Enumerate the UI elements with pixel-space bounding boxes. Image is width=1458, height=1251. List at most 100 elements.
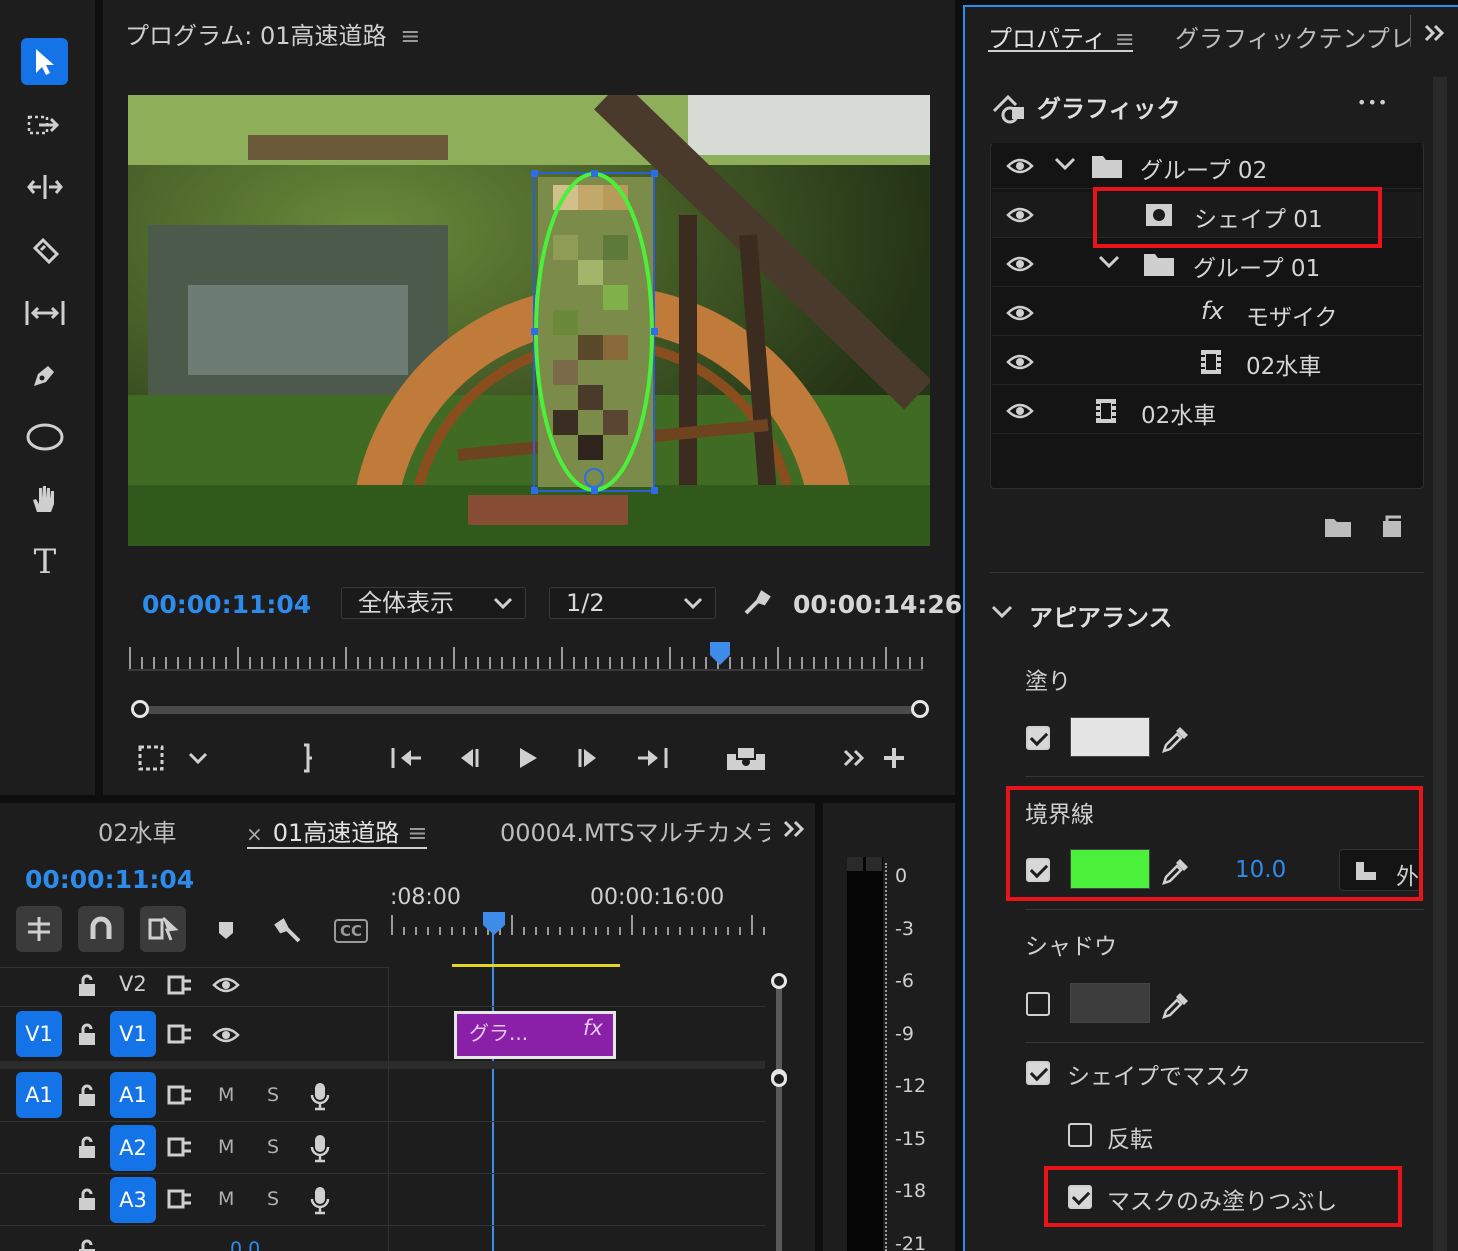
eye-icon[interactable] <box>212 976 240 994</box>
tab-multicam[interactable]: 00004.MTSマルチカメラ <box>500 813 770 848</box>
lock-icon[interactable] <box>76 1187 98 1211</box>
layer-clip-02-water-wheel[interactable]: 02水車 <box>992 388 1422 434</box>
track-v2-label[interactable]: V2 <box>119 972 147 996</box>
sync-lock-icon[interactable] <box>167 1024 193 1044</box>
microphone-icon[interactable] <box>310 1133 330 1163</box>
eye-icon[interactable] <box>1006 304 1034 322</box>
more-tabs-icon[interactable] <box>1423 23 1445 43</box>
add-button-icon[interactable] <box>877 740 911 776</box>
magnet-snap-icon[interactable] <box>78 906 124 952</box>
eye-icon[interactable] <box>1006 255 1034 273</box>
step-forward-icon[interactable] <box>572 740 608 776</box>
fill-color-swatch[interactable] <box>1070 717 1150 757</box>
mute-button[interactable]: M <box>218 1188 234 1210</box>
shadow-color-swatch[interactable] <box>1070 983 1150 1023</box>
lock-icon[interactable] <box>76 973 98 997</box>
eye-icon[interactable] <box>1006 353 1034 371</box>
mute-button[interactable]: M <box>218 1136 234 1158</box>
work-area-bar[interactable] <box>452 964 620 967</box>
solo-button[interactable]: S <box>267 1084 279 1106</box>
track-a3-badge[interactable]: A3 <box>110 1177 156 1223</box>
program-current-timecode[interactable]: 00:00:11:04 <box>142 590 311 619</box>
eyedropper-icon[interactable] <box>1160 991 1190 1021</box>
track-a2-badge[interactable]: A2 <box>110 1125 156 1171</box>
program-time-ruler[interactable] <box>128 645 928 673</box>
chevron-down-icon[interactable] <box>1098 255 1120 269</box>
hand-icon[interactable] <box>20 475 70 525</box>
microphone-icon[interactable] <box>310 1185 330 1215</box>
panel-menu-icon[interactable]: ≡ <box>400 22 420 50</box>
track-select-forward-icon[interactable] <box>20 100 70 150</box>
layer-group-02[interactable]: グループ 02 <box>992 143 1422 189</box>
fill-checkbox[interactable] <box>1026 726 1050 750</box>
scroll-handle-right[interactable] <box>911 700 929 718</box>
lock-icon[interactable] <box>76 1135 98 1159</box>
source-v1-badge[interactable]: V1 <box>16 1011 62 1057</box>
step-back-icon[interactable] <box>449 740 485 776</box>
new-group-icon[interactable] <box>1323 515 1353 539</box>
appearance-section-title[interactable]: アピアランス <box>1029 598 1173 633</box>
chevron-down-icon[interactable] <box>991 605 1013 619</box>
eye-icon[interactable] <box>1006 402 1034 420</box>
resolution-dropdown[interactable]: 1/2 <box>549 587 716 619</box>
ripple-edit-icon[interactable] <box>20 162 70 212</box>
zoom-dropdown[interactable]: 全体表示 <box>341 587 526 619</box>
mute-button[interactable]: M <box>218 1084 234 1106</box>
type-icon[interactable]: T <box>20 537 70 587</box>
eye-icon[interactable] <box>1006 157 1034 175</box>
properties-scrollbar[interactable] <box>1433 77 1447 1251</box>
ellipse-icon[interactable] <box>20 412 70 462</box>
solo-button[interactable]: S <box>267 1136 279 1158</box>
wrench-icon[interactable] <box>736 585 776 621</box>
microphone-icon[interactable] <box>310 1081 330 1111</box>
eyedropper-icon[interactable] <box>1160 725 1190 755</box>
safe-margins-icon[interactable] <box>133 740 169 776</box>
chevron-down-icon[interactable] <box>183 740 213 776</box>
tab-properties[interactable]: プロパティ ≡ <box>988 19 1135 54</box>
timeline-timecode[interactable]: 00:00:11:04 <box>25 865 194 894</box>
more-controls-icon[interactable] <box>839 740 869 776</box>
add-marker-icon[interactable] <box>216 919 236 941</box>
track-v1-badge[interactable]: V1 <box>110 1011 156 1057</box>
slip-icon[interactable] <box>20 288 70 338</box>
snap-insert-icon[interactable] <box>16 906 62 952</box>
tab-02-water-wheel[interactable]: 02水車 <box>98 813 177 848</box>
layer-mosaic-effect[interactable]: fx モザイク <box>992 290 1422 336</box>
layer-clip-02-water-wheel-inner[interactable]: 02水車 <box>992 339 1422 385</box>
chevron-down-icon[interactable] <box>1054 157 1076 171</box>
pen-icon[interactable] <box>20 350 70 400</box>
track-a1-badge[interactable]: A1 <box>110 1072 156 1118</box>
timeline-ruler[interactable] <box>390 913 765 938</box>
timeline-vertical-scrollbar[interactable] <box>771 973 787 1085</box>
panel-menu-icon[interactable]: ≡ <box>1115 25 1135 53</box>
invert-checkbox[interactable] <box>1068 1123 1092 1147</box>
lock-icon[interactable] <box>76 1238 98 1251</box>
play-icon[interactable] <box>510 740 546 776</box>
solo-button[interactable]: S <box>267 1188 279 1210</box>
sync-lock-icon[interactable] <box>167 1189 193 1209</box>
scroll-handle-left[interactable] <box>131 700 149 718</box>
tab-graphic-templates[interactable]: グラフィックテンプレ <box>1175 19 1411 54</box>
mark-in-icon[interactable] <box>293 740 323 776</box>
wrench-icon[interactable] <box>273 915 305 947</box>
program-playhead[interactable] <box>709 641 731 667</box>
captions-icon[interactable]: CC <box>334 919 368 943</box>
mask-with-shape-checkbox[interactable] <box>1026 1061 1050 1085</box>
audio-vertical-scrollbar[interactable] <box>771 1071 787 1251</box>
export-frame-icon[interactable] <box>723 740 769 776</box>
panel-menu-icon[interactable]: ≡ <box>407 819 427 847</box>
shadow-checkbox[interactable] <box>1026 992 1050 1016</box>
tab-01-highway[interactable]: × 01高速道路 ≡ <box>246 813 427 848</box>
sync-lock-icon[interactable] <box>167 1137 193 1157</box>
razor-icon[interactable] <box>20 225 70 275</box>
sync-lock-icon[interactable] <box>167 975 193 995</box>
eye-icon[interactable] <box>1006 206 1034 224</box>
linked-selection-icon[interactable] <box>140 906 186 952</box>
selection-tool-icon[interactable] <box>21 38 68 85</box>
lock-icon[interactable] <box>76 1083 98 1107</box>
go-to-in-icon[interactable] <box>386 740 426 776</box>
timeline-playhead-head[interactable] <box>482 911 506 937</box>
more-tabs-icon[interactable] <box>782 819 806 839</box>
program-monitor-title[interactable]: プログラム: 01高速道路 ≡ <box>125 16 420 51</box>
program-video-frame[interactable] <box>128 95 930 546</box>
